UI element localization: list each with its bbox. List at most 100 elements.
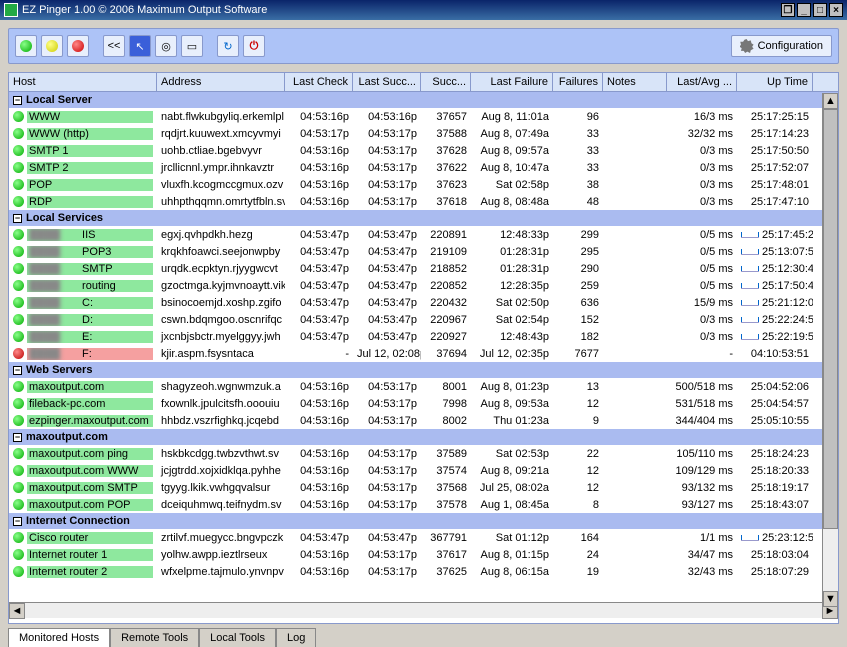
host-name: WWW (http) [27, 128, 153, 140]
cell-succ: 220927 [421, 330, 471, 344]
rewind-button[interactable]: << [103, 35, 125, 57]
bottom-tabs: Monitored Hosts Remote Tools Local Tools… [8, 628, 839, 647]
col-lastsucc[interactable]: Last Succ... [353, 73, 421, 91]
group-name: Local Services [26, 212, 103, 224]
group-header[interactable]: −Local Services [9, 210, 838, 226]
table-row[interactable]: Internet router 2wfxelpme.tajmulo.ynvnpv… [9, 563, 838, 580]
table-row[interactable]: maxoutput.com POPdceiquhmwq.teifnydm.sv0… [9, 496, 838, 513]
host-name: ████ POP3 [27, 246, 153, 258]
col-ping[interactable]: Last/Avg ... [667, 73, 737, 91]
table-row[interactable]: ████ routinggzoctmga.kyjmvnoaytt.vik04:5… [9, 277, 838, 294]
table-row[interactable]: maxoutput.com SMTPtgyyg.lkik.vwhgqvalsur… [9, 479, 838, 496]
collapse-icon[interactable]: − [13, 96, 22, 105]
status-yellow-button[interactable] [41, 35, 63, 57]
close-icon[interactable]: × [829, 3, 843, 17]
cell-lastsucc: 04:53:47p [353, 313, 421, 327]
cell-notes [603, 537, 667, 539]
tab-log[interactable]: Log [276, 628, 316, 647]
status-green-button[interactable] [15, 35, 37, 57]
table-row[interactable]: ████ E:jxcnbjsbctr.myelggyy.jwh04:53:47p… [9, 328, 838, 345]
table-row[interactable]: ████ POP3krqkhfoawci.seejonwpby04:53:47p… [9, 243, 838, 260]
col-notes[interactable]: Notes [603, 73, 667, 91]
collapse-icon[interactable]: − [13, 433, 22, 442]
sparkline-icon [741, 313, 759, 323]
cell-address: uohb.ctliae.bgebvyvr [157, 144, 285, 158]
cell-address: jxcnbjsbctr.myelggyy.jwh [157, 330, 285, 344]
cell-succ: 367791 [421, 531, 471, 545]
host-name: ████ IIS [27, 229, 153, 241]
scroll-track[interactable] [25, 603, 822, 618]
red-dot-icon [72, 40, 84, 52]
cell-succ: 7998 [421, 397, 471, 411]
table-row[interactable]: Cisco routerzrtilvf.muegycc.bngvpczk04:5… [9, 529, 838, 546]
sparkline-icon [741, 531, 759, 541]
table-row[interactable]: maxoutput.com pinghskbkcdgg.twbzvthwt.sv… [9, 445, 838, 462]
scroll-left-icon[interactable]: ◄ [9, 603, 25, 619]
table-row[interactable]: maxoutput.com WWWjcjgtrdd.xojxidklqa.pyh… [9, 462, 838, 479]
table-row[interactable]: POPvluxfh.kcogmccgmux.ozv04:53:16p04:53:… [9, 176, 838, 193]
tool-button-1[interactable]: ↖ [129, 35, 151, 57]
table-row[interactable]: ████ C:bsinocoemjd.xoshp.zgifo04:53:47p0… [9, 294, 838, 311]
maximize-icon[interactable]: □ [813, 3, 827, 17]
vertical-scrollbar[interactable]: ▲ ▼ [822, 93, 838, 607]
power-button[interactable]: ⏻ [243, 35, 265, 57]
minimize-icon[interactable]: _ [797, 3, 811, 17]
horizontal-scrollbar[interactable]: ◄ ► [9, 602, 838, 618]
collapse-icon[interactable]: − [13, 517, 22, 526]
tab-monitored-hosts[interactable]: Monitored Hosts [8, 628, 110, 647]
restore-small-icon[interactable]: ❐ [781, 3, 795, 17]
col-failures[interactable]: Failures [553, 73, 603, 91]
table-row[interactable]: RDPuhhpthqqmn.omrtytfbln.sv04:53:16p04:5… [9, 193, 838, 210]
col-succ[interactable]: Succ... [421, 73, 471, 91]
host-name: ████ SMTP [27, 263, 153, 275]
group-header[interactable]: −Internet Connection [9, 513, 838, 529]
col-lastcheck[interactable]: Last Check [285, 73, 353, 91]
table-row[interactable]: SMTP 1uohb.ctliae.bgebvyvr04:53:16p04:53… [9, 142, 838, 159]
table-row[interactable]: ████ D:cswn.bdqmgoo.oscnrifqc04:53:47p04… [9, 311, 838, 328]
table-row[interactable]: ezpinger.maxoutput.comhhbdz.vszrfighkq.j… [9, 412, 838, 429]
toolbar: << ↖ ◎ ▭ ↻ ⏻ Configuration [8, 28, 839, 64]
cell-failures: 13 [553, 380, 603, 394]
tool-button-2[interactable]: ◎ [155, 35, 177, 57]
app-icon [4, 3, 18, 17]
refresh-button[interactable]: ↻ [217, 35, 239, 57]
tab-remote-tools[interactable]: Remote Tools [110, 628, 199, 647]
group-header[interactable]: −Local Server [9, 92, 838, 108]
cell-uptime: 25:18:07:29 [737, 565, 813, 579]
host-name: maxoutput.com POP [27, 499, 153, 511]
table-row[interactable]: ████ F:kjir.aspm.fsysntaca-Jul 12, 02:08… [9, 345, 838, 362]
table-row[interactable]: ████ SMTPurqdk.ecpktyn.rjyygwcvt04:53:47… [9, 260, 838, 277]
cell-lastcheck: 04:53:47p [285, 296, 353, 310]
scroll-up-icon[interactable]: ▲ [823, 93, 838, 109]
scroll-down-icon[interactable]: ▼ [823, 591, 838, 607]
collapse-icon[interactable]: − [13, 214, 22, 223]
cell-failures: 299 [553, 228, 603, 242]
tab-local-tools[interactable]: Local Tools [199, 628, 276, 647]
table-row[interactable]: Internet router 1yolhw.awpp.ieztlrseux04… [9, 546, 838, 563]
table-row[interactable]: SMTP 2jrcllicnnl.ympr.ihnkavztr04:53:16p… [9, 159, 838, 176]
host-name: RDP [27, 196, 153, 208]
scroll-thumb[interactable] [823, 109, 838, 529]
table-row[interactable]: ████ IISegxj.qvhpdkh.hezg04:53:47p04:53:… [9, 226, 838, 243]
cell-uptime: 25:18:03:04 [737, 548, 813, 562]
table-row[interactable]: WWW (http)rqdjrt.kuuwext.xmcyvmyi04:53:1… [9, 125, 838, 142]
group-header[interactable]: −maxoutput.com [9, 429, 838, 445]
cell-lastfail: 12:28:35p [471, 279, 553, 293]
cell-ping: 109/129 ms [667, 464, 737, 478]
cell-lastfail: Sat 01:12p [471, 531, 553, 545]
table-row[interactable]: fileback-pc.comfxownlk.jpulcitsfh.ooouiu… [9, 395, 838, 412]
configuration-button[interactable]: Configuration [731, 35, 832, 57]
table-row[interactable]: WWWnabt.flwkubgyliq.erkemlpl04:53:16p04:… [9, 108, 838, 125]
cell-succ: 37578 [421, 498, 471, 512]
tool-button-3[interactable]: ▭ [181, 35, 203, 57]
collapse-icon[interactable]: − [13, 366, 22, 375]
col-lastfail[interactable]: Last Failure [471, 73, 553, 91]
cell-uptime: 04:10:53:51 [737, 347, 813, 361]
status-red-button[interactable] [67, 35, 89, 57]
table-row[interactable]: maxoutput.comshagyzeoh.wgnwmzuk.a04:53:1… [9, 378, 838, 395]
col-host[interactable]: Host [9, 73, 157, 91]
cell-ping: 500/518 ms [667, 380, 737, 394]
col-address[interactable]: Address [157, 73, 285, 91]
col-uptime[interactable]: Up Time [737, 73, 813, 91]
group-header[interactable]: −Web Servers [9, 362, 838, 378]
